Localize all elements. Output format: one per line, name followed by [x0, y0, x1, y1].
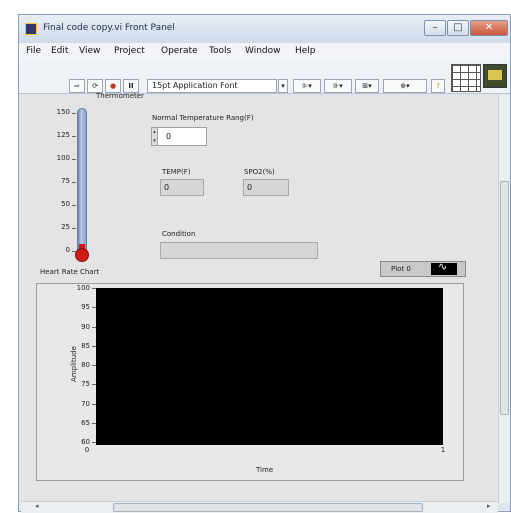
chevron-down-icon[interactable]: ▾	[278, 79, 288, 93]
thermometer-tick	[72, 113, 76, 114]
thermometer-tick	[72, 182, 76, 183]
run-continuously-icon[interactable]: ⟳	[87, 79, 103, 93]
spo2-label: SPO2(%)	[244, 168, 275, 176]
run-arrow-icon[interactable]: ⇨	[69, 79, 85, 93]
y-tick-label: 95	[81, 303, 90, 312]
font-selector[interactable]: 15pt Application Font	[147, 79, 277, 93]
y-tick-label: 60	[81, 438, 90, 446]
normal-temp-input[interactable]: 0	[153, 127, 207, 146]
y-tick-mark	[92, 345, 96, 347]
horizontal-scrollbar[interactable]: ◂ ▸	[21, 501, 498, 513]
y-tick-mark	[92, 365, 96, 366]
distribute-objects-icon[interactable]: ⊪▾	[324, 79, 352, 93]
menu-operate[interactable]: Operate	[161, 46, 198, 56]
connector-pane-icon	[451, 64, 481, 92]
vertical-scroll-thumb[interactable]	[500, 181, 509, 415]
x-tick-min: 0	[84, 446, 90, 454]
y-tick-label: 90	[81, 322, 90, 331]
close-button[interactable]: ✕	[470, 20, 508, 36]
legend-entry: Plot 0	[391, 265, 411, 273]
plot-legend[interactable]: Plot 0	[380, 260, 466, 277]
plot-style-icon	[431, 260, 457, 275]
thermometer-bulb	[75, 248, 89, 262]
thermometer-tick-label: 50	[61, 200, 70, 208]
menu-bar: File Edit View Project Operate Tools Win…	[19, 43, 510, 60]
y-tick-mark	[92, 384, 96, 386]
spo2-indicator: 0	[243, 179, 289, 196]
thermometer-tick-label: 150	[56, 108, 70, 116]
temp-indicator: 0	[160, 179, 204, 196]
y-tick-mark	[92, 288, 96, 289]
y-tick-mark	[92, 326, 96, 328]
toolbar: ⇨ ⟳ ● II 15pt Application Font ▾ ⊫▾ ⊪▾ ⊞…	[19, 60, 510, 94]
chart-label: Heart Rate Chart	[40, 268, 100, 276]
condition-indicator	[160, 242, 318, 259]
vi-icon	[483, 64, 507, 88]
y-tick-label: 65	[81, 418, 90, 427]
temp-label: TEMP(F)	[162, 168, 191, 176]
y-tick-mark	[92, 422, 96, 424]
x-axis-title: Time	[256, 466, 274, 474]
y-tick-label: 100	[76, 284, 90, 292]
normal-temp-label: Normal Temperature Rang(F)	[152, 114, 254, 122]
scroll-right-icon[interactable]: ▸	[487, 502, 491, 510]
menu-project[interactable]: Project	[114, 46, 145, 56]
normal-temp-value: 0	[166, 132, 172, 141]
vertical-scrollbar[interactable]	[498, 95, 510, 503]
minimize-button[interactable]: –	[424, 20, 446, 36]
thermometer-tick-label: 0	[65, 246, 70, 254]
horizontal-scroll-thumb[interactable]	[113, 503, 423, 512]
menu-view[interactable]: View	[79, 46, 100, 56]
thermometer-tick-label: 100	[56, 154, 70, 162]
context-help-icon[interactable]: ?	[431, 79, 445, 93]
title-bar[interactable]: Final code copy.vi Front Panel – □ ✕	[19, 15, 510, 43]
scroll-left-icon[interactable]: ◂	[35, 502, 39, 510]
y-tick-mark	[92, 403, 96, 405]
resize-objects-icon[interactable]: ⊞▾	[355, 79, 379, 93]
menu-help[interactable]: Help	[295, 46, 316, 56]
x-tick-max: 1	[440, 446, 446, 454]
thermometer-tick	[72, 228, 76, 229]
thermometer-label: Thermometer	[96, 92, 144, 100]
thermometer-tick	[72, 205, 76, 206]
menu-tools[interactable]: Tools	[209, 46, 231, 56]
window-title: Final code copy.vi Front Panel	[43, 23, 175, 33]
align-objects-icon[interactable]: ⊫▾	[293, 79, 321, 93]
menu-file[interactable]: File	[26, 46, 41, 56]
maximize-button[interactable]: □	[447, 20, 469, 36]
y-tick-mark	[92, 307, 96, 309]
thermometer-tick-label: 25	[61, 223, 70, 231]
labview-vi-icon	[25, 23, 37, 35]
chart-plot-area[interactable]	[96, 288, 443, 445]
thermometer-tick-label: 75	[61, 177, 70, 185]
abort-icon[interactable]: ●	[105, 79, 121, 93]
increment-decrement-arrows[interactable]: ▴ ▾	[151, 127, 158, 146]
menu-edit[interactable]: Edit	[51, 46, 68, 56]
thermometer-tick	[72, 136, 76, 137]
thermometer-tick-label: 125	[56, 131, 70, 139]
thermometer-tick	[72, 159, 76, 160]
thermometer-tube[interactable]	[77, 108, 87, 254]
reorder-icon[interactable]: ⊕▾	[383, 79, 427, 93]
y-tick-label: 70	[81, 399, 90, 408]
y-tick-mark	[92, 442, 96, 443]
condition-label: Condition	[162, 230, 196, 238]
menu-window[interactable]: Window	[245, 46, 281, 56]
y-axis-title: Amplitude	[70, 346, 78, 382]
pause-icon[interactable]: II	[123, 79, 139, 93]
